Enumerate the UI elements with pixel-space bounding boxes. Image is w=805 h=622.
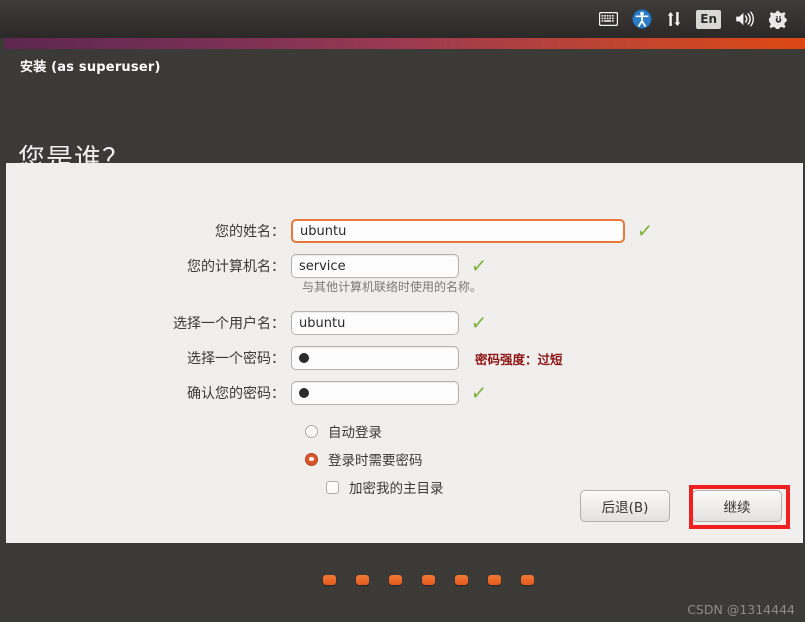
encrypt-home-label: 加密我的主目录 [349,481,444,497]
language-icon[interactable]: En [689,0,728,38]
power-icon[interactable] [762,0,795,38]
progress-dot [389,575,402,585]
form-row-fullname: 您的姓名： ubuntu ✓ [6,217,803,244]
fullname-valid-check-icon: ✓ [636,217,654,244]
password-masked-char [299,353,309,363]
confirm-password-input[interactable] [291,381,459,405]
hostname-hint: 与其他计算机联络时使用的名称。 [302,280,483,294]
hostname-label: 您的计算机名： [187,259,285,275]
form-row-password: 选择一个密码： 密码强度：过短 [6,346,803,370]
confirm-password-label: 确认您的密码： [187,386,285,402]
encrypt-home-checkbox[interactable] [326,480,339,494]
form-row-username: 选择一个用户名： ubuntu ✓ [6,309,803,336]
keyboard-icon[interactable] [592,0,625,38]
auto-login-radio[interactable] [305,424,318,438]
form-row-hostname: 您的计算机名： service ✓ [6,252,803,279]
back-button[interactable]: 后退(B) [580,490,670,522]
password-strength-text: 密码强度：过短 [475,351,563,367]
confirm-password-masked-char [299,388,309,398]
username-label: 选择一个用户名： [173,316,285,332]
progress-dot [323,575,336,585]
username-valid-check-icon: ✓ [470,309,488,336]
option-encrypt-home[interactable]: 加密我的主目录 [326,477,444,497]
installer-window: 安装 (as superuser) 您是谁？ 您的姓名： ubuntu ✓ 您的… [0,38,805,622]
window-accent-gradient [4,38,805,49]
progress-dot [521,575,534,585]
confirm-password-valid-check-icon: ✓ [470,379,488,406]
auto-login-label: 自动登录 [328,425,382,441]
option-auto-login[interactable]: 自动登录 [305,421,382,441]
password-input[interactable] [291,346,459,370]
username-input[interactable]: ubuntu [291,311,459,335]
volume-icon[interactable] [728,0,762,38]
window-titlebar: 安装 (as superuser) [4,49,805,81]
window-title: 安装 (as superuser) [20,59,161,75]
require-password-radio[interactable] [305,452,318,466]
require-password-label: 登录时需要密码 [328,453,423,469]
progress-dots [323,575,534,585]
password-label: 选择一个密码： [187,351,285,367]
screen: En 安装 (as superuser) 您是谁？ 您的姓名： ubuntu ✓… [0,0,805,622]
watermark: CSDN @1314444 [687,602,795,617]
fullname-label: 您的姓名： [215,224,285,240]
fullname-value: ubuntu [300,223,347,239]
progress-dot [422,575,435,585]
language-label: En [696,9,721,29]
username-value: ubuntu [299,315,346,331]
hostname-input[interactable]: service [291,254,459,278]
accessibility-icon[interactable] [625,0,659,38]
back-button-label: 后退(B) [601,500,649,516]
progress-dot [356,575,369,585]
fullname-input[interactable]: ubuntu [291,219,625,243]
network-icon[interactable] [659,0,689,38]
progress-dot [455,575,468,585]
progress-dot [488,575,501,585]
hostname-value: service [299,258,346,274]
form-row-confirm-password: 确认您的密码： ✓ [6,379,803,406]
hostname-valid-check-icon: ✓ [470,252,488,279]
continue-button-annotation-box [689,485,790,529]
content-panel: 您的姓名： ubuntu ✓ 您的计算机名： service ✓ 与其他计算机联… [6,163,803,543]
system-top-panel: En [0,0,805,38]
option-require-password[interactable]: 登录时需要密码 [305,449,423,469]
